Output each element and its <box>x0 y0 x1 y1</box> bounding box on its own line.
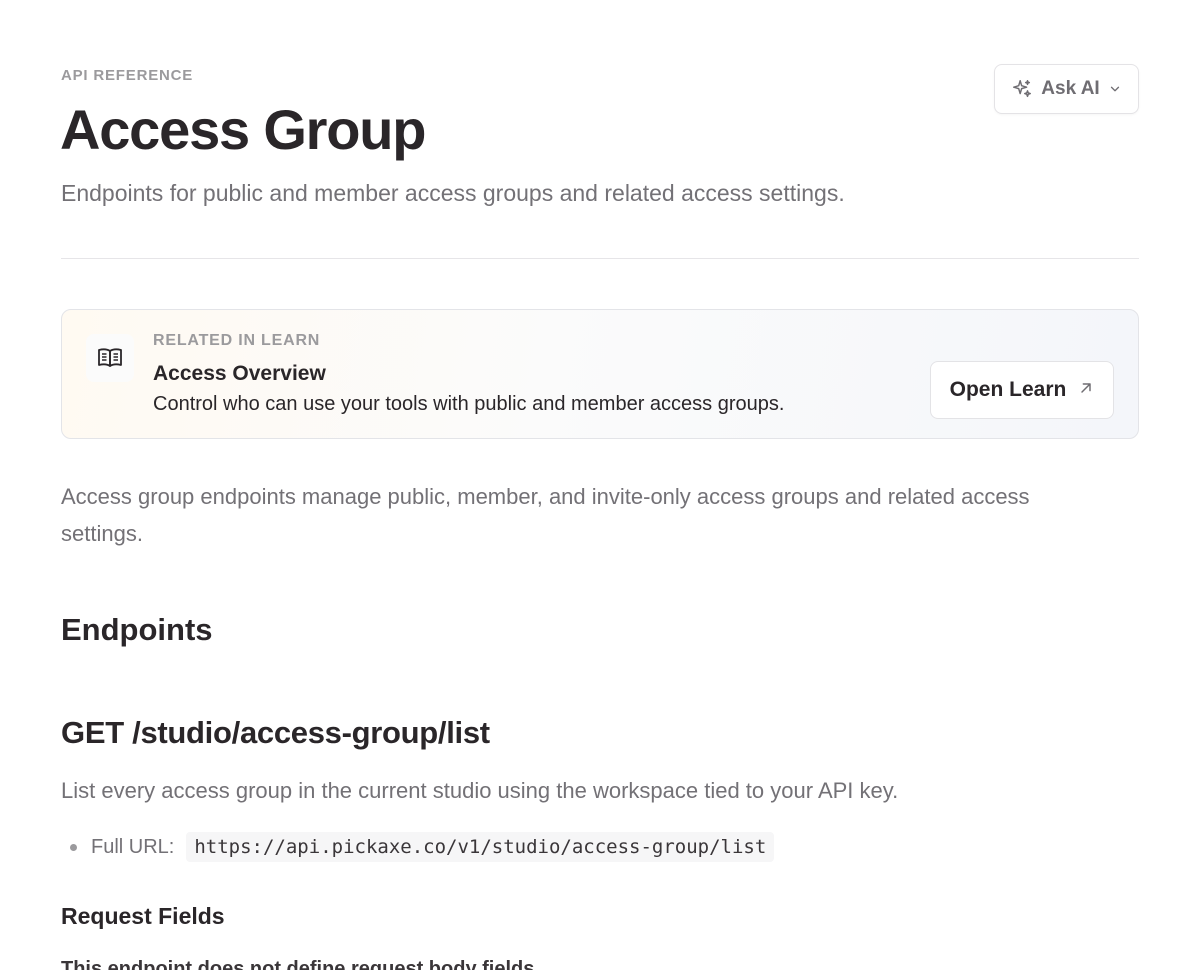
related-learn-callout: RELATED IN LEARN Access Overview Control… <box>61 309 1139 439</box>
callout-eyebrow: RELATED IN LEARN <box>153 332 321 349</box>
callout-title: Access Overview <box>153 362 326 385</box>
callout-description: Control who can use your tools with publ… <box>153 393 785 415</box>
page-title: Access Group <box>60 98 426 161</box>
book-open-icon <box>86 334 134 382</box>
open-learn-label: Open Learn <box>949 378 1067 401</box>
full-url-code: https://api.pickaxe.co/v1/studio/access-… <box>186 832 775 862</box>
open-learn-button[interactable]: Open Learn <box>930 361 1114 419</box>
ask-ai-button[interactable]: Ask AI <box>994 64 1139 114</box>
request-fields-text: This endpoint does not define request bo… <box>61 958 540 970</box>
page-subtitle: Endpoints for public and member access g… <box>61 180 845 206</box>
sparkles-icon <box>1011 78 1033 100</box>
full-url-list-item: Full URL: https://api.pickaxe.co/v1/stud… <box>70 832 775 862</box>
full-url-label: Full URL: <box>91 835 175 858</box>
chevron-down-icon <box>1108 82 1122 96</box>
section-eyebrow: API REFERENCE <box>61 67 194 84</box>
request-fields-heading: Request Fields <box>61 903 225 929</box>
endpoint-title: GET /studio/access-group/list <box>61 715 490 750</box>
bullet-icon <box>70 843 77 851</box>
api-reference-page: API REFERENCE Access Group Endpoints for… <box>0 0 1200 970</box>
endpoints-heading: Endpoints <box>61 612 213 647</box>
ask-ai-label: Ask AI <box>1041 78 1100 99</box>
intro-paragraph: Access group endpoints manage public, me… <box>61 484 1030 546</box>
header-divider <box>61 258 1139 259</box>
endpoint-description: List every access group in the current s… <box>61 778 899 803</box>
arrow-up-right-icon <box>1078 378 1094 402</box>
